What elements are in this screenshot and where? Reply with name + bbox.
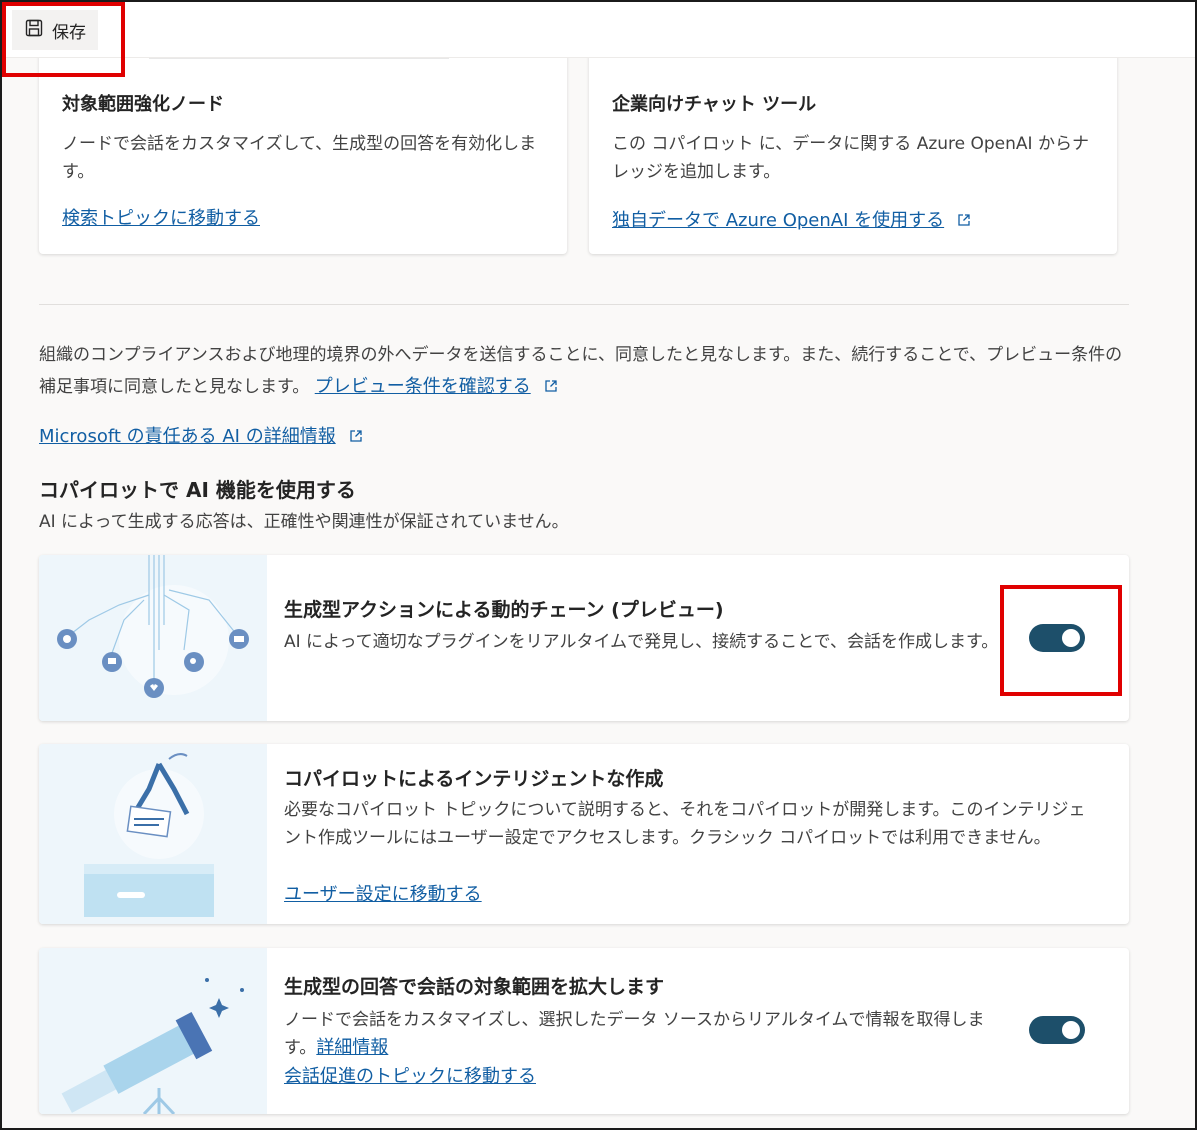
feature-generative-answers: 生成型の回答で会話の対象範囲を拡大します ノードで会話をカスタマイズし、選択した… [39, 948, 1129, 1114]
divider [39, 304, 1129, 305]
card-title: 対象範囲強化ノード [62, 94, 224, 115]
external-link-icon [958, 214, 970, 226]
save-icon [24, 18, 44, 43]
command-bar: 保存 [2, 2, 1195, 58]
telescope-illustration [39, 948, 267, 1114]
save-button[interactable]: 保存 [12, 10, 98, 50]
feature-description: 必要なコパイロット トピックについて説明すると、それをコパイロットが開発します。… [284, 800, 1086, 848]
feature-intelligent-authoring: コパイロットによるインテリジェントな作成 必要なコパイロット トピックについて説… [39, 744, 1129, 924]
card-description: この コパイロット に、データに関する Azure OpenAI からナレッジを… [612, 134, 1089, 182]
settings-page: 保存 対象範囲強化ノード ノードで会話をカスタマイズして、生成型の回答を有効化し… [0, 0, 1197, 1130]
claw-machine-illustration [39, 744, 267, 924]
generative-answers-toggle[interactable] [1029, 1016, 1085, 1044]
consent-text: 組織のコンプライアンスおよび地理的境界の外へデータを送信することに、同意したと見… [39, 345, 1123, 397]
go-conversation-boost-link[interactable]: 会話促進のトピックに移動する [284, 1066, 536, 1087]
card-enterprise-chat: 企業向けチャット ツール この コパイロット に、データに関する Azure O… [589, 32, 1117, 254]
azure-openai-link[interactable]: 独自データで Azure OpenAI を使用する [612, 210, 944, 231]
dynamic-chaining-toggle[interactable] [1029, 624, 1085, 652]
card-coverage-node: 対象範囲強化ノード ノードで会話をカスタマイズして、生成型の回答を有効化します。… [39, 32, 567, 254]
card-title: 企業向けチャット ツール [612, 94, 817, 115]
card-description: ノードで会話をカスタマイズして、生成型の回答を有効化します。 [62, 134, 537, 182]
plugin-network-illustration [39, 555, 267, 721]
learn-more-link[interactable]: 詳細情報 [316, 1037, 388, 1058]
external-link-icon [545, 380, 557, 392]
responsible-ai-link-wrap: Microsoft の責任ある AI の詳細情報 [39, 422, 363, 448]
feature-title: 生成型アクションによる動的チェーン (プレビュー) [284, 599, 724, 621]
preview-terms-link[interactable]: プレビュー条件を確認する [315, 376, 531, 397]
feature-title: 生成型の回答で会話の対象範囲を拡大します [284, 976, 665, 998]
external-link-icon [350, 430, 363, 442]
feature-title: コパイロットによるインテリジェントな作成 [284, 768, 664, 790]
feature-dynamic-chaining: 生成型アクションによる動的チェーン (プレビュー) AI によって適切なプラグイ… [39, 555, 1129, 721]
section-title: コパイロットで AI 機能を使用する [39, 478, 356, 502]
feature-description: AI によって適切なプラグインをリアルタイムで発見し、接続することで、会話を作成… [284, 632, 999, 652]
feature-description: ノードで会話をカスタマイズし、選択したデータ ソースからリアルタイムで情報を取得… [284, 1010, 985, 1058]
go-search-topic-link[interactable]: 検索トピックに移動する [62, 208, 260, 229]
save-label: 保存 [52, 22, 86, 43]
section-subtitle: AI によって生成する応答は、正確性や関連性が保証されていません。 [39, 512, 569, 532]
responsible-ai-link[interactable]: Microsoft の責任ある AI の詳細情報 [39, 426, 336, 447]
go-user-settings-link[interactable]: ユーザー設定に移動する [284, 884, 482, 905]
